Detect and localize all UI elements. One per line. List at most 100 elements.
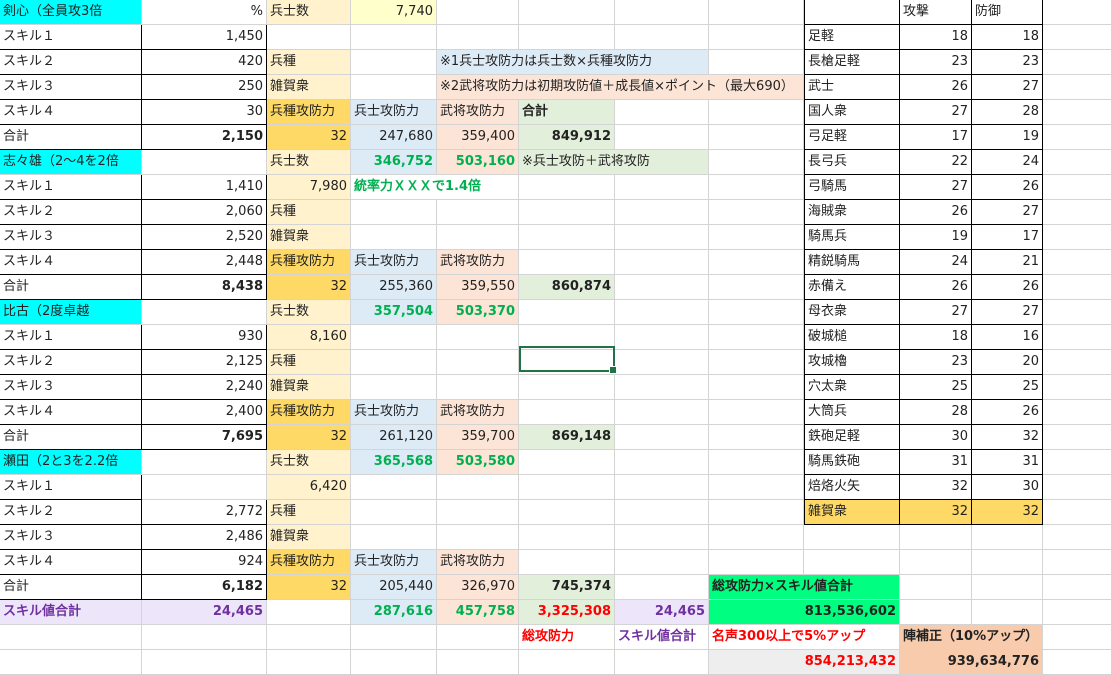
sheet-cell[interactable]: スキル１ xyxy=(0,475,142,500)
grid-cell[interactable] xyxy=(615,325,709,350)
sheet-cell[interactable]: 2,520 xyxy=(142,225,267,250)
sheet-cell[interactable]: 8,438 xyxy=(142,275,267,300)
sheet-cell[interactable]: 比古（2度卓越 xyxy=(0,300,142,325)
sheet-cell[interactable]: 総攻防力×スキル値合計 xyxy=(709,575,900,600)
grid-cell[interactable] xyxy=(972,550,1043,575)
grid-cell[interactable] xyxy=(519,450,615,475)
grid-cell[interactable] xyxy=(351,350,437,375)
sheet-cell[interactable]: 32 xyxy=(267,575,351,600)
sheet-cell[interactable]: ※1兵士攻防力は兵士数×兵種攻防力 xyxy=(437,50,709,75)
grid-cell[interactable] xyxy=(437,625,519,650)
grid-cell[interactable] xyxy=(437,475,519,500)
unit-table-cell[interactable]: 22 xyxy=(900,150,972,175)
unit-table-cell[interactable]: 32 xyxy=(972,500,1043,525)
grid-cell[interactable] xyxy=(1043,200,1112,225)
grid-cell[interactable] xyxy=(142,300,267,325)
spreadsheet-grid[interactable]: 剣心（全員攻3倍% 兵士数 7,740 スキル１ 1,450 スキル２ 420 兵種 ※1兵士攻… xyxy=(0,0,1112,675)
grid-cell[interactable] xyxy=(519,250,615,275)
grid-cell[interactable] xyxy=(519,175,615,200)
sheet-cell[interactable]: 860,874 xyxy=(519,275,615,300)
grid-cell[interactable] xyxy=(519,500,615,525)
sheet-cell[interactable]: 930 xyxy=(142,325,267,350)
sheet-cell[interactable]: 雑賀衆 xyxy=(267,75,351,100)
unit-table-cell[interactable]: 27 xyxy=(900,300,972,325)
sheet-cell[interactable]: 兵士数 xyxy=(267,0,351,25)
unit-table-cell[interactable]: 破城槌 xyxy=(804,325,900,350)
grid-cell[interactable] xyxy=(804,550,900,575)
grid-cell[interactable] xyxy=(615,100,709,125)
sheet-cell[interactable]: 兵士数 xyxy=(267,150,351,175)
sheet-cell[interactable]: スキル１ xyxy=(0,25,142,50)
unit-table-cell[interactable]: 鉄砲足軽 xyxy=(804,425,900,450)
grid-cell[interactable] xyxy=(1043,350,1112,375)
sheet-cell[interactable]: ※2武将攻防力は初期攻防値＋成長値×ポイント（最大690） xyxy=(437,75,804,100)
sheet-cell[interactable]: 兵士攻防力 xyxy=(351,400,437,425)
unit-table-cell[interactable]: 長槍足軽 xyxy=(804,50,900,75)
grid-cell[interactable] xyxy=(615,275,709,300)
grid-cell[interactable] xyxy=(615,550,709,575)
unit-table-cell[interactable]: 24 xyxy=(972,150,1043,175)
grid-cell[interactable] xyxy=(351,500,437,525)
grid-cell[interactable] xyxy=(709,550,804,575)
sheet-cell[interactable]: 2,486 xyxy=(142,525,267,550)
grid-cell[interactable] xyxy=(1043,125,1112,150)
grid-cell[interactable] xyxy=(437,500,519,525)
sheet-cell[interactable]: スキル１ xyxy=(0,175,142,200)
grid-cell[interactable] xyxy=(519,550,615,575)
grid-cell[interactable] xyxy=(437,25,519,50)
sheet-cell[interactable]: スキル４ xyxy=(0,250,142,275)
sheet-cell[interactable]: 255,360 xyxy=(351,275,437,300)
grid-cell[interactable] xyxy=(1043,625,1112,650)
grid-cell[interactable] xyxy=(1043,600,1112,625)
unit-table-cell[interactable]: 16 xyxy=(972,325,1043,350)
grid-cell[interactable] xyxy=(142,625,267,650)
grid-cell[interactable] xyxy=(615,225,709,250)
sheet-cell[interactable]: 兵種 xyxy=(267,500,351,525)
sheet-cell[interactable]: 瀬田（2と3を2.2倍 xyxy=(0,450,142,475)
unit-table-cell[interactable]: 19 xyxy=(900,225,972,250)
sheet-cell[interactable]: 兵種攻防力 xyxy=(267,400,351,425)
sheet-cell[interactable]: 32 xyxy=(267,425,351,450)
sheet-cell[interactable]: 兵士数 xyxy=(267,450,351,475)
unit-table-header[interactable]: 防御 xyxy=(972,0,1043,25)
unit-table-cell[interactable]: 騎馬鉄砲 xyxy=(804,450,900,475)
grid-cell[interactable] xyxy=(1043,50,1112,75)
sheet-cell[interactable]: 247,680 xyxy=(351,125,437,150)
grid-cell[interactable] xyxy=(1043,0,1112,25)
grid-cell[interactable] xyxy=(1043,100,1112,125)
unit-table-cell[interactable]: 21 xyxy=(972,250,1043,275)
unit-table-cell[interactable]: 26 xyxy=(900,75,972,100)
grid-cell[interactable] xyxy=(351,200,437,225)
sheet-cell[interactable]: 503,580 xyxy=(437,450,519,475)
grid-cell[interactable] xyxy=(615,400,709,425)
unit-table-cell[interactable]: 17 xyxy=(972,225,1043,250)
grid-cell[interactable] xyxy=(1043,450,1112,475)
grid-cell[interactable] xyxy=(1043,425,1112,450)
grid-cell[interactable] xyxy=(351,475,437,500)
sheet-cell[interactable]: 2,150 xyxy=(142,125,267,150)
grid-cell[interactable] xyxy=(972,600,1043,625)
sheet-cell[interactable]: 503,160 xyxy=(437,150,519,175)
grid-cell[interactable] xyxy=(1043,525,1112,550)
sheet-cell[interactable]: 雑賀衆 xyxy=(267,375,351,400)
sheet-cell[interactable]: 兵士攻防力 xyxy=(351,550,437,575)
unit-table-cell[interactable]: 27 xyxy=(972,200,1043,225)
unit-table-cell[interactable]: 海賊衆 xyxy=(804,200,900,225)
grid-cell[interactable] xyxy=(615,175,709,200)
sheet-cell[interactable]: 849,912 xyxy=(519,125,615,150)
grid-cell[interactable] xyxy=(709,450,804,475)
grid-cell[interactable] xyxy=(900,600,972,625)
grid-cell[interactable] xyxy=(709,475,804,500)
grid-cell[interactable] xyxy=(1043,275,1112,300)
unit-table-cell[interactable]: 穴太衆 xyxy=(804,375,900,400)
unit-table-cell[interactable]: 騎馬兵 xyxy=(804,225,900,250)
unit-table-header[interactable] xyxy=(804,0,900,25)
sheet-cell[interactable]: 兵士数 xyxy=(267,300,351,325)
grid-cell[interactable] xyxy=(709,0,804,25)
selected-cell-outline[interactable] xyxy=(519,346,617,374)
grid-cell[interactable] xyxy=(1043,400,1112,425)
sheet-cell[interactable]: 32 xyxy=(267,125,351,150)
sheet-cell[interactable]: 合計 xyxy=(0,125,142,150)
grid-cell[interactable] xyxy=(709,300,804,325)
grid-cell[interactable] xyxy=(1043,650,1112,675)
